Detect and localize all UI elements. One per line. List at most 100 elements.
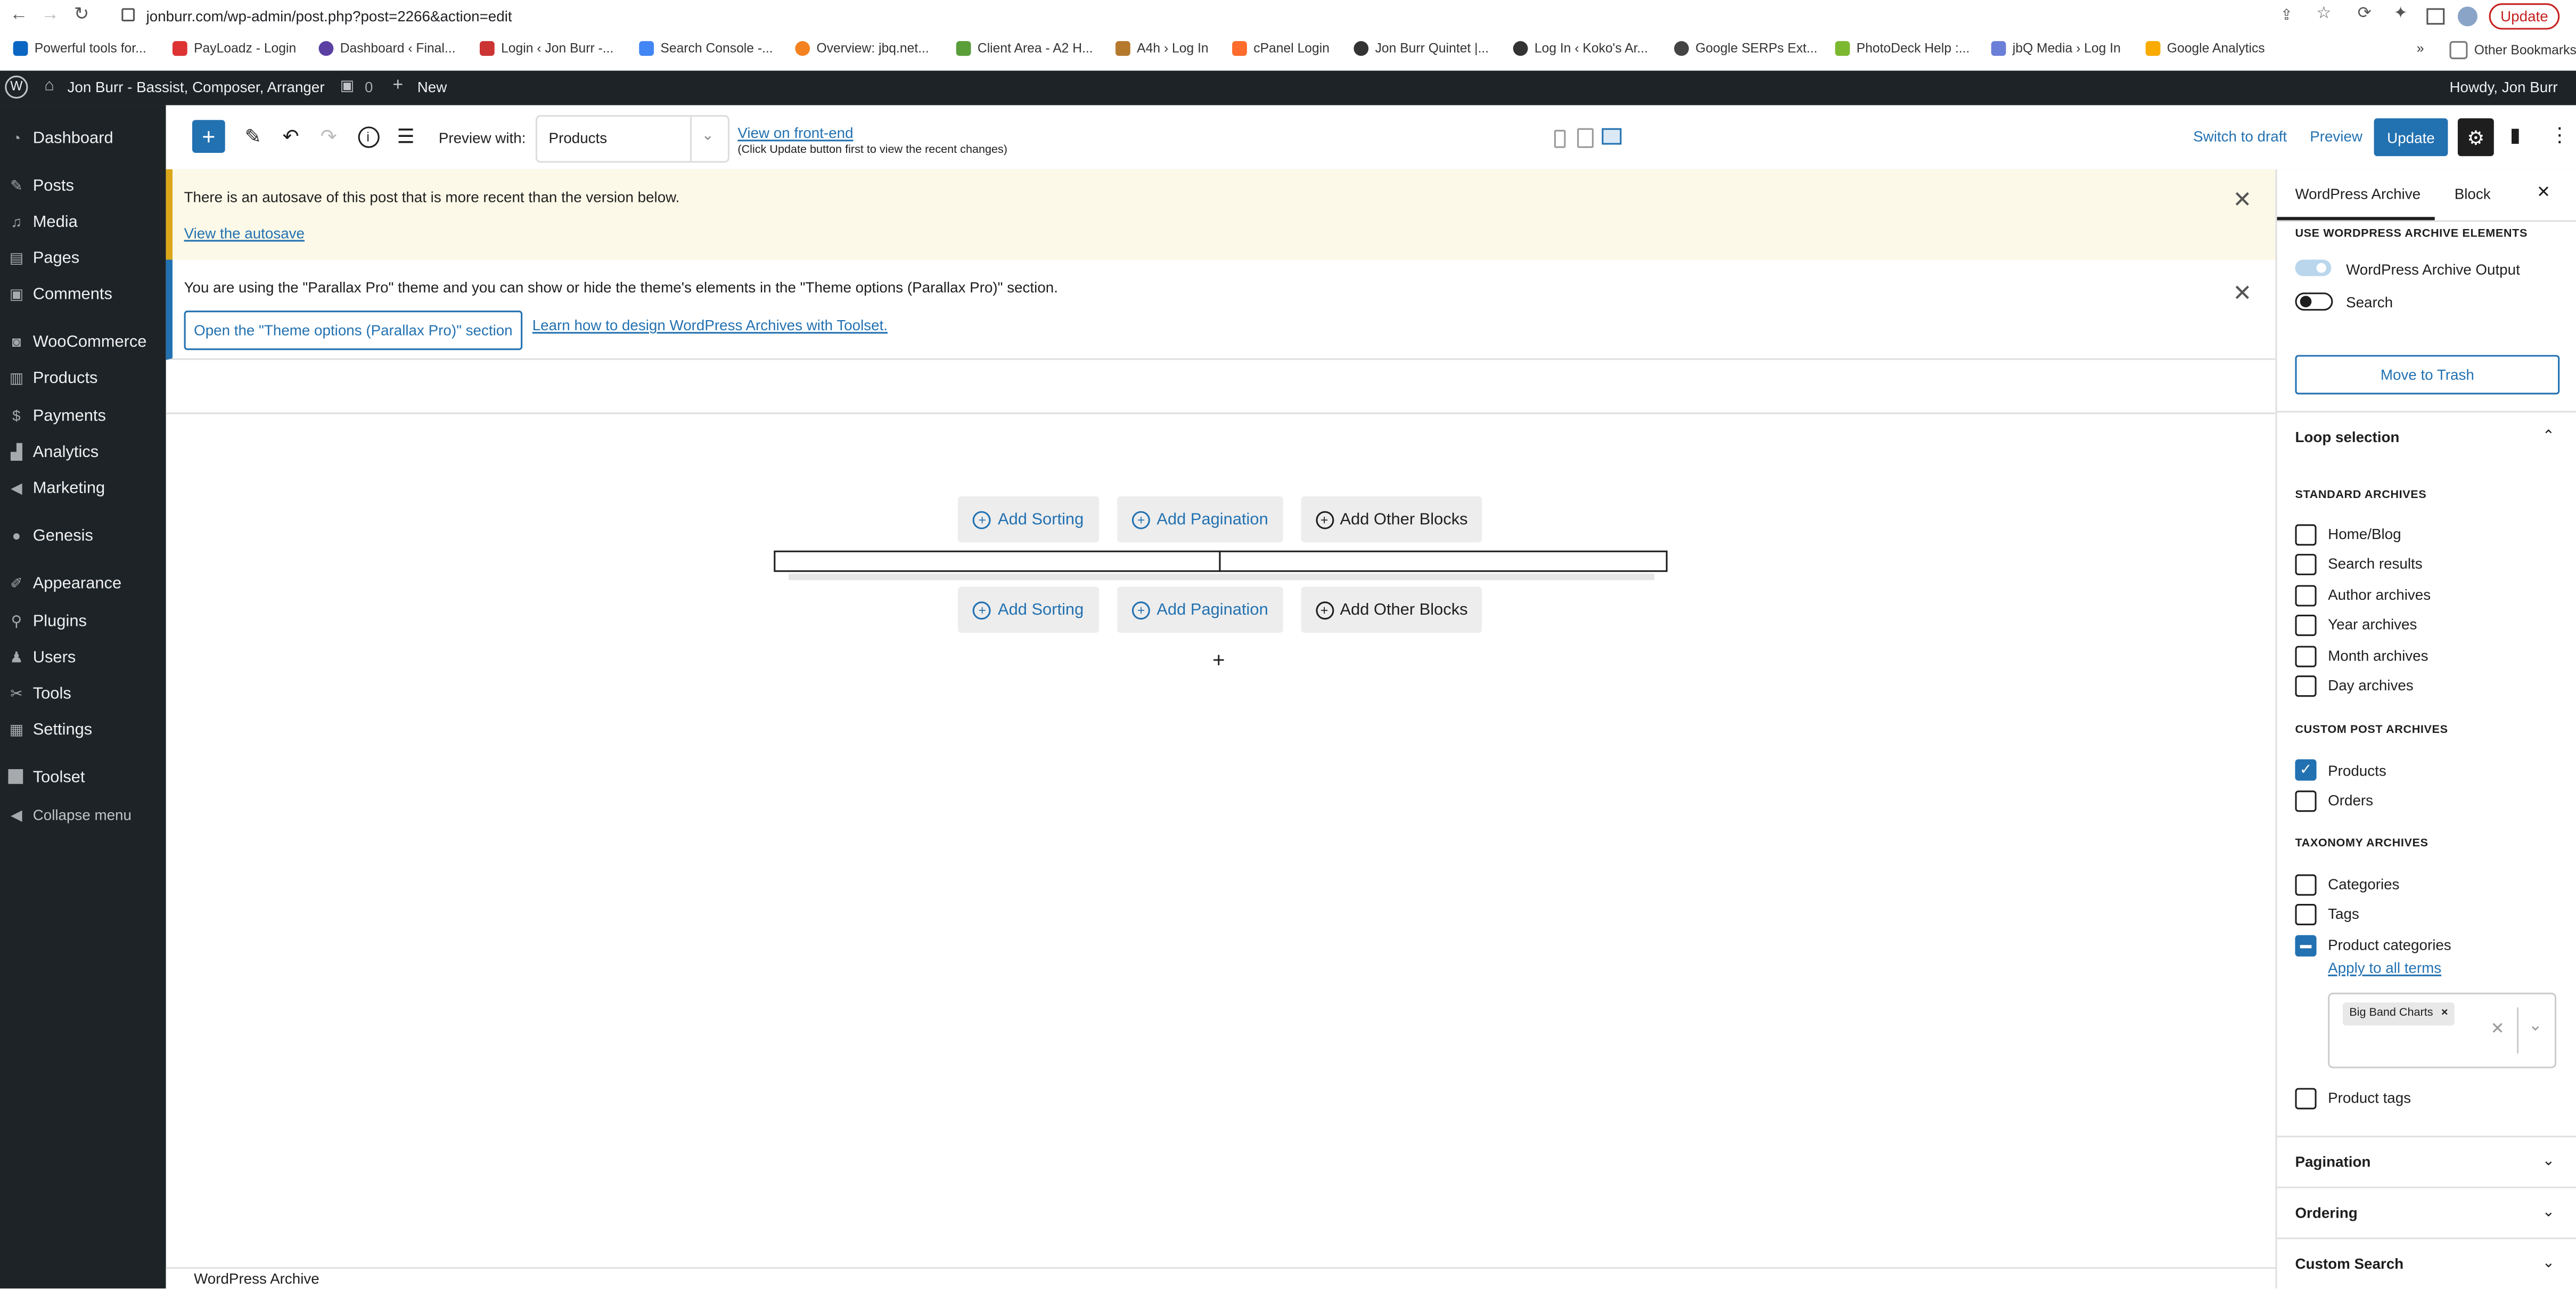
tab-block[interactable]: Block (2435, 169, 2517, 221)
bookmark-item[interactable]: Log In ‹ Koko's Ar... (1513, 41, 1648, 56)
add-sorting-button[interactable]: + Add Sorting (957, 496, 1100, 543)
preview-button[interactable]: Preview (2310, 128, 2362, 145)
puzzle-icon[interactable]: ✦ (2394, 5, 2408, 23)
checkbox-month-archives[interactable] (2295, 646, 2317, 667)
ordering-section[interactable]: Ordering ⌄ (2277, 1186, 2576, 1238)
sidebar-item-settings[interactable]: ▦ Settings (0, 716, 166, 746)
browser-update-button[interactable]: Update (2489, 3, 2560, 30)
site-name-link[interactable]: Jon Burr - Bassist, Composer, Arranger (68, 79, 325, 95)
bookmark-folder[interactable]: Other Bookmarks (2449, 41, 2576, 60)
add-block-button[interactable]: + (192, 120, 225, 153)
list-view-icon[interactable]: ☰ (389, 120, 422, 153)
close-icon[interactable]: ✕ (2233, 186, 2252, 214)
more-options-icon[interactable]: ⋮ (2543, 118, 2576, 151)
toolset-panel-icon[interactable]: ▮ (2499, 118, 2532, 151)
sidebar-toggle-icon[interactable] (2426, 8, 2445, 25)
sidebar-item-media[interactable]: ♫ Media (0, 209, 166, 239)
back-icon[interactable]: ← (10, 5, 28, 25)
url-text[interactable]: jonburr.com/wp-admin/post.php?post=2266&… (146, 8, 512, 25)
custom-search-section[interactable]: Custom Search ⌄ (2277, 1237, 2576, 1288)
breadcrumb[interactable]: WordPress Archive (194, 1270, 319, 1287)
sidebar-item-genesis[interactable]: ● Genesis (0, 523, 166, 552)
mobile-preview-icon[interactable] (1554, 129, 1566, 148)
home-icon[interactable]: ⌂ (44, 77, 54, 95)
sidebar-item-marketing[interactable]: ◀ Marketing (0, 475, 166, 505)
extension-icon[interactable]: ⟳ (2358, 5, 2372, 23)
share-icon[interactable]: ⇪ (2280, 6, 2293, 25)
checkbox-search-results[interactable] (2295, 553, 2317, 575)
sidebar-item-analytics[interactable]: ▟ Analytics (0, 439, 166, 469)
sidebar-item-products[interactable]: ▥ Products (0, 365, 166, 395)
bookmark-item[interactable]: Jon Burr Quintet |... (1353, 41, 1489, 56)
add-pagination-button[interactable]: + Add Pagination (1117, 496, 1283, 543)
undo-icon[interactable]: ↶ (274, 120, 307, 153)
bookmark-item[interactable]: Search Console -... (639, 41, 773, 56)
clear-icon[interactable]: ✕ (2491, 1021, 2505, 1039)
sidebar-item-plugins[interactable]: ⚲ Plugins (0, 608, 166, 638)
bookmark-item[interactable]: A4h › Log In (1115, 41, 1209, 56)
checkbox-categories[interactable] (2295, 874, 2317, 896)
bookmark-item[interactable]: Powerful tools for... (13, 41, 146, 56)
add-sorting-button[interactable]: + Add Sorting (957, 586, 1100, 633)
add-other-blocks-button[interactable]: + Add Other Blocks (1301, 586, 1482, 633)
checkbox-author-archives[interactable] (2295, 585, 2317, 607)
add-pagination-button[interactable]: + Add Pagination (1117, 586, 1283, 633)
info-icon[interactable]: i (351, 120, 384, 153)
comment-icon[interactable]: ▣ (340, 77, 354, 95)
checkbox-product-categories[interactable] (2295, 935, 2317, 957)
sidebar-item-toolset[interactable]: Toolset (0, 764, 166, 794)
forward-icon[interactable]: → (41, 5, 59, 25)
bookmark-item[interactable]: Dashboard ‹ Final... (318, 41, 456, 56)
comment-count[interactable]: 0 (365, 79, 373, 95)
preview-select[interactable]: Products ⌄ (535, 115, 729, 163)
sidebar-item-posts[interactable]: ✎ Posts (0, 173, 166, 202)
search-toggle[interactable] (2295, 292, 2333, 311)
open-theme-options-button[interactable]: Open the "Theme options (Parallax Pro)" … (184, 311, 523, 350)
edit-tool-icon[interactable]: ✎ (236, 120, 269, 153)
view-frontend-link[interactable]: View on front-end (737, 125, 853, 141)
bookmark-item[interactable]: Google Analytics (2145, 41, 2265, 56)
sidebar-item-pages[interactable]: ▤ Pages (0, 245, 166, 275)
bookmark-item[interactable]: PayLoadz - Login (172, 41, 296, 56)
loop-block-cell-left[interactable] (774, 550, 1221, 572)
redo-icon[interactable]: ↷ (312, 120, 345, 153)
loop-selection-header[interactable]: Loop selection ⌃ (2277, 411, 2576, 462)
profile-avatar[interactable] (2457, 6, 2477, 27)
pagination-section[interactable]: Pagination ⌄ (2277, 1136, 2576, 1187)
sidebar-item-comments[interactable]: ▣ Comments (0, 281, 166, 311)
sidebar-collapse-menu[interactable]: ◀ Collapse menu (0, 802, 166, 832)
view-autosave-link[interactable]: View the autosave (184, 225, 305, 242)
bookmark-item[interactable]: Client Area - A2 H... (956, 41, 1093, 56)
bookmark-item[interactable]: Login ‹ Jon Burr -... (479, 41, 613, 56)
bookmark-item[interactable]: Google SERPs Ext... (1674, 41, 1817, 56)
block-appender-plus-icon[interactable]: + (1212, 648, 1225, 672)
loop-block-cell-right[interactable] (1219, 550, 1668, 572)
sidebar-item-woocommerce[interactable]: ◙ WooCommerce (0, 329, 166, 358)
switch-to-draft-button[interactable]: Switch to draft (2193, 128, 2287, 145)
close-icon[interactable]: ✕ (2233, 280, 2252, 307)
checkbox-orders[interactable] (2295, 790, 2317, 812)
update-button[interactable]: Update (2374, 118, 2448, 157)
output-toggle[interactable] (2295, 259, 2332, 276)
reload-icon[interactable]: ↻ (74, 3, 89, 25)
checkbox-product-tags[interactable] (2295, 1088, 2317, 1109)
move-to-trash-button[interactable]: Move to Trash (2295, 355, 2560, 395)
learn-archives-link[interactable]: Learn how to design WordPress Archives w… (532, 317, 888, 334)
star-icon[interactable]: ☆ (2317, 5, 2332, 23)
chevron-down-icon[interactable]: ⌄ (2529, 1017, 2542, 1035)
sidebar-item-appearance[interactable]: ✐ Appearance (0, 570, 166, 600)
desktop-preview-icon[interactable] (1602, 128, 1622, 145)
howdy-user[interactable]: Howdy, Jon Burr (2449, 79, 2557, 95)
wordpress-logo-icon[interactable]: W (5, 75, 28, 99)
terms-select[interactable]: Big Band Charts × ✕ ⌄ (2328, 992, 2557, 1068)
bookmark-item[interactable]: Overview: jbq.net... (795, 41, 929, 56)
checkbox-products[interactable]: ✓ (2295, 759, 2317, 781)
checkbox-tags[interactable] (2295, 904, 2317, 926)
checkbox-year-archives[interactable] (2295, 614, 2317, 637)
sidebar-item-tools[interactable]: ✂ Tools (0, 680, 166, 710)
sidebar-item-dashboard[interactable]: ◔ Dashboard (0, 125, 166, 154)
remove-term-icon[interactable]: × (2441, 1007, 2448, 1019)
plus-icon[interactable]: + (392, 76, 403, 95)
apply-to-all-terms-link[interactable]: Apply to all terms (2328, 960, 2441, 976)
checkbox-home-blog[interactable] (2295, 524, 2317, 546)
